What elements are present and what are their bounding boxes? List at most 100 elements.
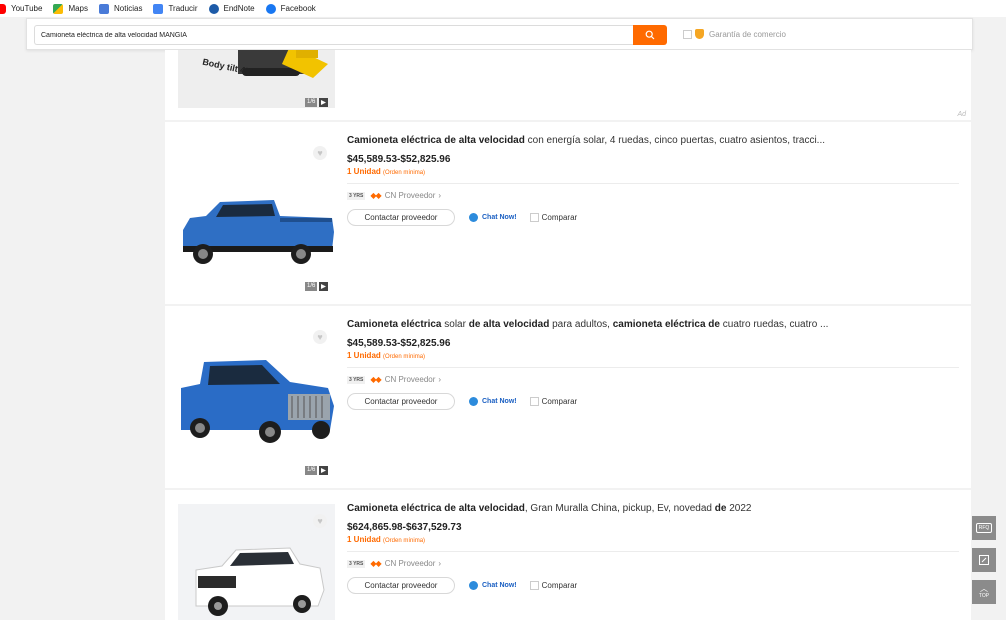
bookmark-label: Maps: [68, 4, 88, 13]
divider: [347, 183, 959, 184]
supplier-info[interactable]: 3 YRS ◆◆ CN Proveedor ›: [347, 375, 959, 384]
product-image[interactable]: [178, 122, 335, 292]
product-title[interactable]: Camioneta eléctrica solar de alta veloci…: [347, 318, 959, 331]
counter-text: 1/6: [305, 98, 318, 107]
compare-toggle[interactable]: Comparar: [529, 581, 578, 590]
title-part: Camioneta eléctrica de alta velocidad: [347, 135, 525, 146]
compare-label: Comparar: [541, 213, 578, 222]
product-actions: Contactar proveedor Chat Now! Comparar: [347, 393, 959, 410]
diamond-rating-icon: ◆◆: [370, 559, 381, 568]
feedback-icon: [979, 555, 989, 565]
trade-assurance-filter[interactable]: Garantía de comercio: [683, 29, 786, 39]
supplier-country: CN Proveedor: [384, 191, 436, 200]
favorite-heart-icon[interactable]: ♥: [313, 330, 327, 344]
play-icon: [319, 282, 329, 291]
product-title[interactable]: Camioneta eléctrica de alta velocidad co…: [347, 134, 959, 147]
supplier-info[interactable]: 3 YRS ◆◆ CN Proveedor ›: [347, 559, 959, 568]
counter-text: 1/6: [305, 466, 318, 475]
chat-icon: [469, 581, 478, 590]
divider: [347, 367, 959, 368]
bookmark-endnote[interactable]: EndNote: [208, 3, 255, 14]
chevron-right-icon: ›: [438, 191, 442, 200]
image-counter[interactable]: 1/6: [305, 98, 329, 107]
years-badge: 3 YRS: [347, 375, 366, 384]
bookmark-maps[interactable]: Maps: [53, 3, 88, 14]
compare-label: Comparar: [541, 581, 578, 590]
contact-supplier-button[interactable]: Contactar proveedor: [347, 393, 455, 410]
title-part: de: [714, 503, 727, 514]
youtube-icon: [0, 3, 6, 14]
supplier-country: CN Proveedor: [384, 559, 436, 568]
bookmark-label: Facebook: [280, 4, 316, 13]
product-actions: Contactar proveedor Chat Now! Comparar: [347, 577, 959, 594]
product-price: $45,589.53-$52,825.96: [347, 154, 451, 165]
search-icon: [645, 30, 655, 40]
product-image[interactable]: [178, 306, 335, 476]
compare-checkbox[interactable]: [529, 397, 539, 406]
years-badge: 3 YRS: [347, 191, 366, 200]
contact-supplier-button[interactable]: Contactar proveedor: [347, 577, 455, 594]
blue-pickup-image: [181, 360, 334, 443]
ad-label: Ad: [957, 111, 966, 118]
bookmark-label: Noticias: [114, 4, 143, 13]
bookmark-facebook[interactable]: Facebook: [265, 3, 316, 14]
image-counter[interactable]: 1/6: [305, 282, 329, 291]
search-input[interactable]: [34, 25, 634, 45]
play-icon: [319, 466, 329, 475]
compare-checkbox[interactable]: [529, 213, 539, 222]
chat-now-button[interactable]: Chat Now!: [469, 397, 517, 406]
bookmark-noticias[interactable]: Noticias: [99, 3, 143, 14]
rfq-button[interactable]: RFQ: [972, 516, 996, 540]
product-card-ad[interactable]: Body tilt 45° 1/6 Ad: [165, 50, 971, 120]
minimum-order: 1 Unidad (Orden mínima): [347, 167, 959, 176]
title-part: camioneta eléctrica de: [612, 319, 720, 330]
title-part: , Gran Muralla China, pickup, Ev, noveda…: [524, 503, 715, 514]
title-part: de alta velocidad: [468, 319, 550, 330]
product-info: Camioneta eléctrica de alta velocidad, G…: [347, 502, 959, 594]
product-card[interactable]: ♥ Camioneta eléctrica de alta velocidad,…: [165, 490, 971, 620]
news-icon: [99, 3, 109, 14]
bookmark-traducir[interactable]: Traducir: [153, 3, 198, 14]
supplier-info[interactable]: 3 YRS ◆◆ CN Proveedor ›: [347, 191, 959, 200]
title-part: Camioneta eléctrica: [347, 319, 442, 330]
moq-note: (Orden mínima): [383, 170, 426, 176]
contact-supplier-button[interactable]: Contactar proveedor: [347, 209, 455, 226]
title-part: 2022: [726, 503, 752, 514]
back-to-top-button[interactable]: ︿ TOP: [972, 580, 996, 604]
search-button[interactable]: [633, 25, 667, 45]
product-image[interactable]: [178, 490, 335, 620]
image-counter[interactable]: 1/6: [305, 466, 329, 475]
counter-text: 1/6: [305, 282, 318, 291]
chat-label: Chat Now!: [482, 214, 517, 221]
chat-icon: [469, 397, 478, 406]
compare-toggle[interactable]: Comparar: [529, 397, 577, 406]
compare-checkbox[interactable]: [529, 581, 539, 590]
translate-icon: [153, 3, 164, 14]
bookmark-label: EndNote: [223, 4, 255, 13]
product-title[interactable]: Camioneta eléctrica de alta velocidad, G…: [347, 502, 959, 515]
chat-now-button[interactable]: Chat Now!: [469, 213, 517, 222]
chat-label: Chat Now!: [482, 582, 517, 589]
product-price: $45,589.53-$52,825.96: [347, 338, 451, 349]
favorite-heart-icon[interactable]: ♥: [313, 514, 327, 528]
trade-assurance-icon: [695, 29, 704, 39]
minimum-order: 1 Unidad (Orden mínima): [347, 351, 959, 360]
blue-pickup-image: [183, 200, 334, 264]
title-part: solar: [441, 319, 469, 330]
years-badge: 3 YRS: [347, 559, 366, 568]
bookmark-label: Traducir: [168, 4, 198, 13]
product-card[interactable]: 1/6 ♥ Camioneta eléctrica solar de alta …: [165, 306, 971, 488]
feedback-button[interactable]: [972, 548, 996, 572]
bookmark-youtube[interactable]: YouTube: [0, 3, 42, 14]
product-actions: Contactar proveedor Chat Now! Comparar: [347, 209, 959, 226]
trade-assurance-label: Garantía de comercio: [709, 29, 786, 39]
trade-assurance-checkbox[interactable]: [683, 29, 692, 39]
product-card[interactable]: 1/6 ♥ Camioneta eléctrica de alta veloci…: [165, 122, 971, 304]
moq-value: 1 Unidad: [347, 535, 381, 544]
moq-value: 1 Unidad: [347, 351, 381, 360]
chat-now-button[interactable]: Chat Now!: [469, 581, 517, 590]
supplier-country: CN Proveedor: [384, 375, 436, 384]
compare-toggle[interactable]: Comparar: [529, 213, 578, 222]
endnote-icon: [208, 3, 219, 14]
favorite-heart-icon[interactable]: ♥: [313, 146, 327, 160]
